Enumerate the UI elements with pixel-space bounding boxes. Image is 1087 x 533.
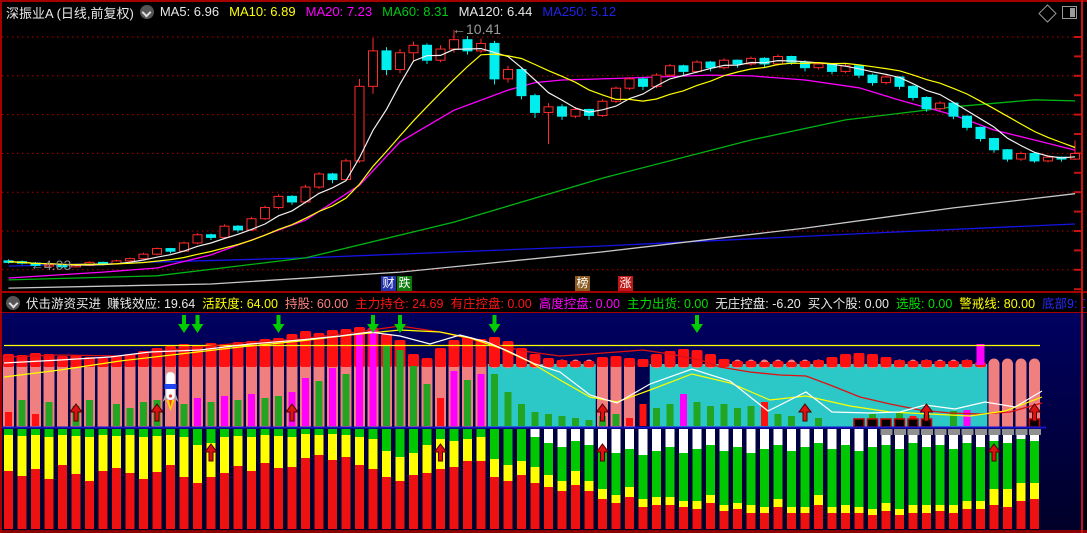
- indicator-field: 高度控盘: 0.00: [538, 296, 621, 311]
- main-chart-header: 深振业A (日线,前复权) MA5: 6.96 MA10: 6.89 MA20: 7…: [2, 1, 1085, 23]
- stock-app-window: ←10.41 ←4.03 深振业A (日线,前复权) MA5: 6.96 MA10:…: [0, 0, 1087, 533]
- chevron-down-circle-icon[interactable]: [6, 295, 20, 310]
- indicator-field: 主力持仓: 24.69: [355, 296, 444, 311]
- indicator-field: 主力出货: 0.00: [627, 296, 709, 311]
- ma-label: MA5: 6.96: [159, 4, 220, 19]
- indicator-field: 买入个股: 0.00: [807, 296, 890, 311]
- stock-title[interactable]: 深振业A (日线,前复权): [6, 3, 134, 22]
- ticker-badge[interactable]: 财: [381, 276, 396, 291]
- ma-label: MA120: 6.44: [458, 4, 533, 19]
- indicator-values: 赚钱效应: 19.64 活跃度: 64.00 持股: 60.00 主力持仓: 24.6…: [107, 293, 1085, 312]
- indicator-field: 选股: 0.00: [896, 296, 953, 311]
- indicator-title[interactable]: 伏击游资买进: [26, 293, 101, 312]
- ticker-badge[interactable]: 涨: [618, 276, 633, 291]
- low-price-label: ←4.03: [30, 257, 71, 273]
- indicator-field: 赚钱效应: 19.64: [107, 296, 196, 311]
- indicator-field: 无庄控盘: -6.20: [715, 296, 801, 311]
- indicator-field: 持股: 60.00: [284, 296, 349, 311]
- panel-divider-top: [0, 291, 1087, 293]
- panel-divider-bottom: [0, 312, 1087, 313]
- chart-canvas[interactable]: ←10.41 ←4.03: [0, 0, 1087, 533]
- ma-legend: MA5: 6.96 MA10: 6.89 MA20: 7.23 MA60: 8.31 M…: [160, 3, 626, 21]
- indicator-field: 底部9: 0.00: [1042, 296, 1085, 311]
- window-icons: [1038, 4, 1077, 23]
- chevron-down-circle-icon[interactable]: [139, 5, 154, 19]
- frame-left: [0, 0, 2, 533]
- panel-layout-icon[interactable]: [1062, 6, 1077, 19]
- indicator-field: 活跃度: 64.00: [202, 296, 278, 311]
- frame-right-axis: [1081, 0, 1083, 533]
- ma-label: MA60: 8.31: [382, 4, 449, 19]
- diamond-icon[interactable]: [1038, 4, 1057, 23]
- indicator-header: 伏击游资买进 赚钱效应: 19.64 活跃度: 64.00 持股: 60.00 主力持…: [2, 293, 1085, 312]
- indicator-field: 警戒线: 80.00: [959, 296, 1036, 311]
- frame-top: [0, 0, 1087, 2]
- ma-label: MA10: 6.89: [229, 4, 296, 19]
- ma-label: MA250: 5.12: [542, 4, 617, 19]
- ma-label: MA20: 7.23: [305, 4, 373, 19]
- ticker-badge[interactable]: 榜: [575, 276, 590, 291]
- ticker-badge[interactable]: 跌: [397, 276, 412, 291]
- indicator-field: 有庄控盘: 0.00: [450, 296, 532, 311]
- high-price-label: ←10.41: [452, 21, 501, 37]
